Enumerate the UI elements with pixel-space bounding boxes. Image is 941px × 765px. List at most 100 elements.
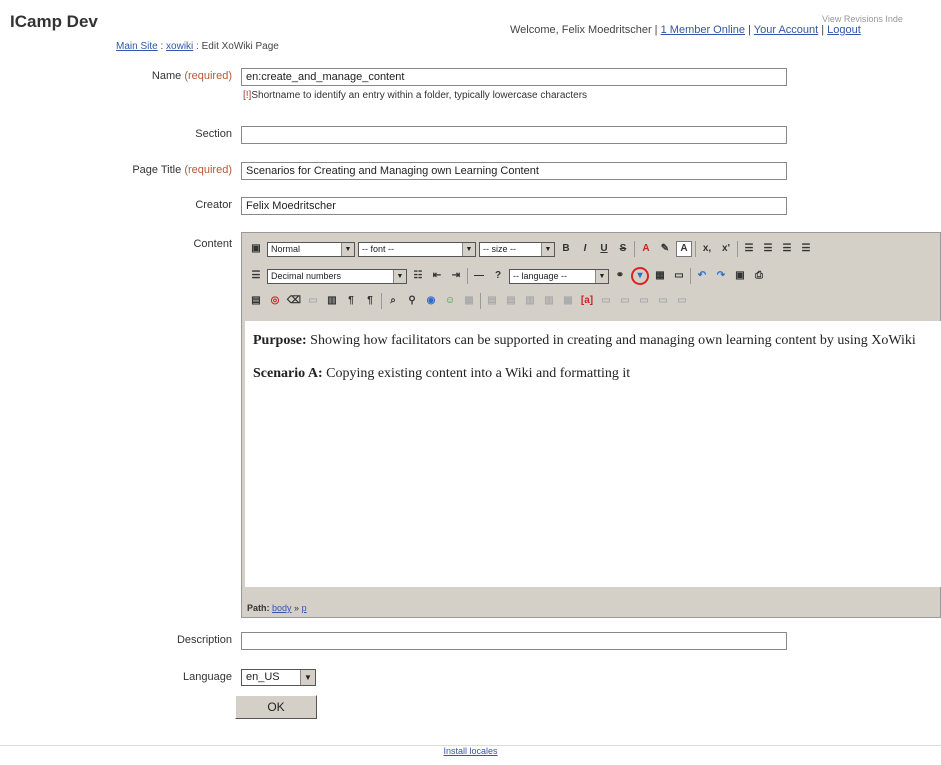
required-tag: (required): [184, 164, 232, 176]
required-tag: (required): [184, 70, 232, 82]
language-label: Language: [183, 671, 232, 683]
bullet-list-icon[interactable]: ☷: [410, 268, 426, 284]
path-p-link[interactable]: p: [302, 603, 307, 613]
chevron-down-icon: ▼: [300, 670, 315, 685]
align-right-icon[interactable]: ☰: [779, 241, 795, 257]
font-select-value: -- font --: [362, 244, 395, 254]
select-all-icon[interactable]: ▤: [248, 293, 264, 309]
row-delete-icon[interactable]: ▤: [503, 293, 519, 309]
underline-icon[interactable]: U: [596, 241, 612, 257]
italic-icon[interactable]: I: [577, 241, 593, 257]
redo-icon[interactable]: ↷: [713, 268, 729, 284]
table-icon[interactable]: ▭: [655, 293, 671, 309]
toolbar-row-1: ▣ Normal ▼ -- font -- ▼ -- size -- ▼ B I U …: [248, 239, 814, 259]
rtl-icon[interactable]: ¶: [362, 293, 378, 309]
table-delete-icon[interactable]: ▭: [674, 293, 690, 309]
members-online-link[interactable]: 1 Member Online: [661, 24, 745, 36]
breadcrumb-current: Edit XoWiki Page: [201, 41, 279, 52]
undo-icon[interactable]: ↶: [694, 268, 710, 284]
table-properties-icon[interactable]: ▦: [461, 293, 477, 309]
row-insert-icon[interactable]: ▤: [484, 293, 500, 309]
list-type-select[interactable]: Decimal numbers ▼: [267, 268, 407, 284]
name-input[interactable]: en:create_and_manage_content: [241, 68, 787, 86]
fullscreen-icon[interactable]: ▣: [732, 268, 748, 284]
help-icon[interactable]: ?: [490, 268, 506, 284]
insert-box-icon[interactable]: ▭: [671, 268, 687, 284]
merge-cells-icon[interactable]: ▭: [598, 293, 614, 309]
align-left-icon[interactable]: ☰: [741, 241, 757, 257]
creator-input[interactable]: Felix Moedritscher: [241, 197, 787, 215]
language-select[interactable]: en_US ▼: [241, 669, 316, 686]
superscript-icon[interactable]: x': [718, 241, 734, 257]
bold-icon[interactable]: B: [558, 241, 574, 257]
source-icon[interactable]: ▣: [248, 241, 264, 257]
breadcrumb-separator: :: [157, 41, 167, 52]
split-cells-icon[interactable]: ▭: [617, 293, 633, 309]
insert-image-icon[interactable]: ▾: [631, 267, 649, 285]
ltr-icon[interactable]: ¶: [343, 293, 359, 309]
align-center-icon[interactable]: ☰: [760, 241, 776, 257]
text-color-icon[interactable]: A: [638, 241, 654, 257]
filter-icon[interactable]: ⚲: [404, 293, 420, 309]
highlight-icon[interactable]: ✎: [657, 241, 673, 257]
column-insert-icon[interactable]: ▥: [522, 293, 538, 309]
background-color-icon[interactable]: A: [676, 241, 692, 257]
spellcheck-icon[interactable]: ◎: [267, 293, 283, 309]
name-label: Name (required): [152, 70, 232, 82]
language-select[interactable]: -- language -- ▼: [509, 268, 609, 284]
strikethrough-icon[interactable]: S: [615, 241, 631, 257]
path-separator: »: [291, 603, 302, 613]
smiley-icon[interactable]: ☺: [442, 293, 458, 309]
cell-icon[interactable]: ▭: [636, 293, 652, 309]
top-links[interactable]: View Revisions Inde: [822, 14, 903, 24]
size-select[interactable]: -- size -- ▼: [479, 241, 555, 257]
subscript-icon[interactable]: x,: [699, 241, 715, 257]
block-icon[interactable]: ▥: [324, 293, 340, 309]
special-char-icon[interactable]: [a]: [579, 293, 595, 309]
clear-format-icon[interactable]: ⌫: [286, 293, 302, 309]
site-title: ICamp Dev: [10, 12, 98, 31]
breadcrumb-main-site[interactable]: Main Site: [116, 41, 158, 52]
content-label: Content: [193, 238, 232, 250]
horizontal-rule-icon[interactable]: —: [471, 268, 487, 284]
paragraph-text: Copying existing content into a Wiki and…: [322, 366, 631, 381]
paragraph-heading: Purpose:: [253, 333, 307, 348]
toolbar-row-2: ☰ Decimal numbers ▼ ☷ ⇤ ⇥ — ? -- language…: [248, 266, 767, 286]
path-body-link[interactable]: body: [272, 603, 292, 613]
name-hint: [!]Shortname to identify an entry within…: [243, 90, 587, 101]
install-locales-link[interactable]: Install locales: [443, 746, 497, 756]
blank-icon[interactable]: ▭: [305, 293, 321, 309]
toolbar-separator: [690, 268, 691, 284]
format-select[interactable]: Normal ▼: [267, 241, 355, 257]
list-style-icon[interactable]: ☰: [248, 268, 264, 284]
paragraph-text: Showing how facilitators can be supporte…: [306, 333, 916, 348]
indent-icon[interactable]: ⇥: [448, 268, 464, 284]
description-input[interactable]: [241, 632, 787, 650]
logout-link[interactable]: Logout: [827, 24, 861, 36]
editor-content-area[interactable]: Purpose: Showing how facilitators can be…: [245, 321, 941, 587]
section-input[interactable]: [241, 126, 787, 144]
page-title-label-text: Page Title: [132, 164, 182, 176]
welcome-bar: Welcome, Felix Moedritscher | 1 Member O…: [510, 24, 861, 36]
welcome-text: Welcome, Felix Moedritscher: [510, 24, 652, 36]
column-delete-icon[interactable]: ▥: [541, 293, 557, 309]
toolbar-separator: [634, 241, 635, 257]
breadcrumb-xowiki[interactable]: xowiki: [166, 41, 193, 52]
content-paragraph: Purpose: Showing how facilitators can be…: [253, 331, 933, 350]
section-label: Section: [195, 128, 232, 140]
page-title-input[interactable]: Scenarios for Creating and Managing own …: [241, 162, 787, 180]
outdent-icon[interactable]: ⇤: [429, 268, 445, 284]
print-icon[interactable]: ⎙: [751, 268, 767, 284]
html-icon[interactable]: ◉: [423, 293, 439, 309]
align-justify-icon[interactable]: ☰: [798, 241, 814, 257]
ok-button[interactable]: OK: [235, 695, 317, 719]
paragraph-heading: Scenario A:: [253, 366, 323, 381]
find-icon[interactable]: ⌕: [385, 293, 401, 309]
toolbar-separator: [737, 241, 738, 257]
cell-properties-icon[interactable]: ▦: [560, 293, 576, 309]
hint-text: Shortname to identify an entry within a …: [251, 90, 588, 101]
insert-table-icon[interactable]: ▦: [652, 268, 668, 284]
your-account-link[interactable]: Your Account: [754, 24, 818, 36]
link-icon[interactable]: ⚭: [612, 268, 628, 284]
font-select[interactable]: -- font -- ▼: [358, 241, 476, 257]
